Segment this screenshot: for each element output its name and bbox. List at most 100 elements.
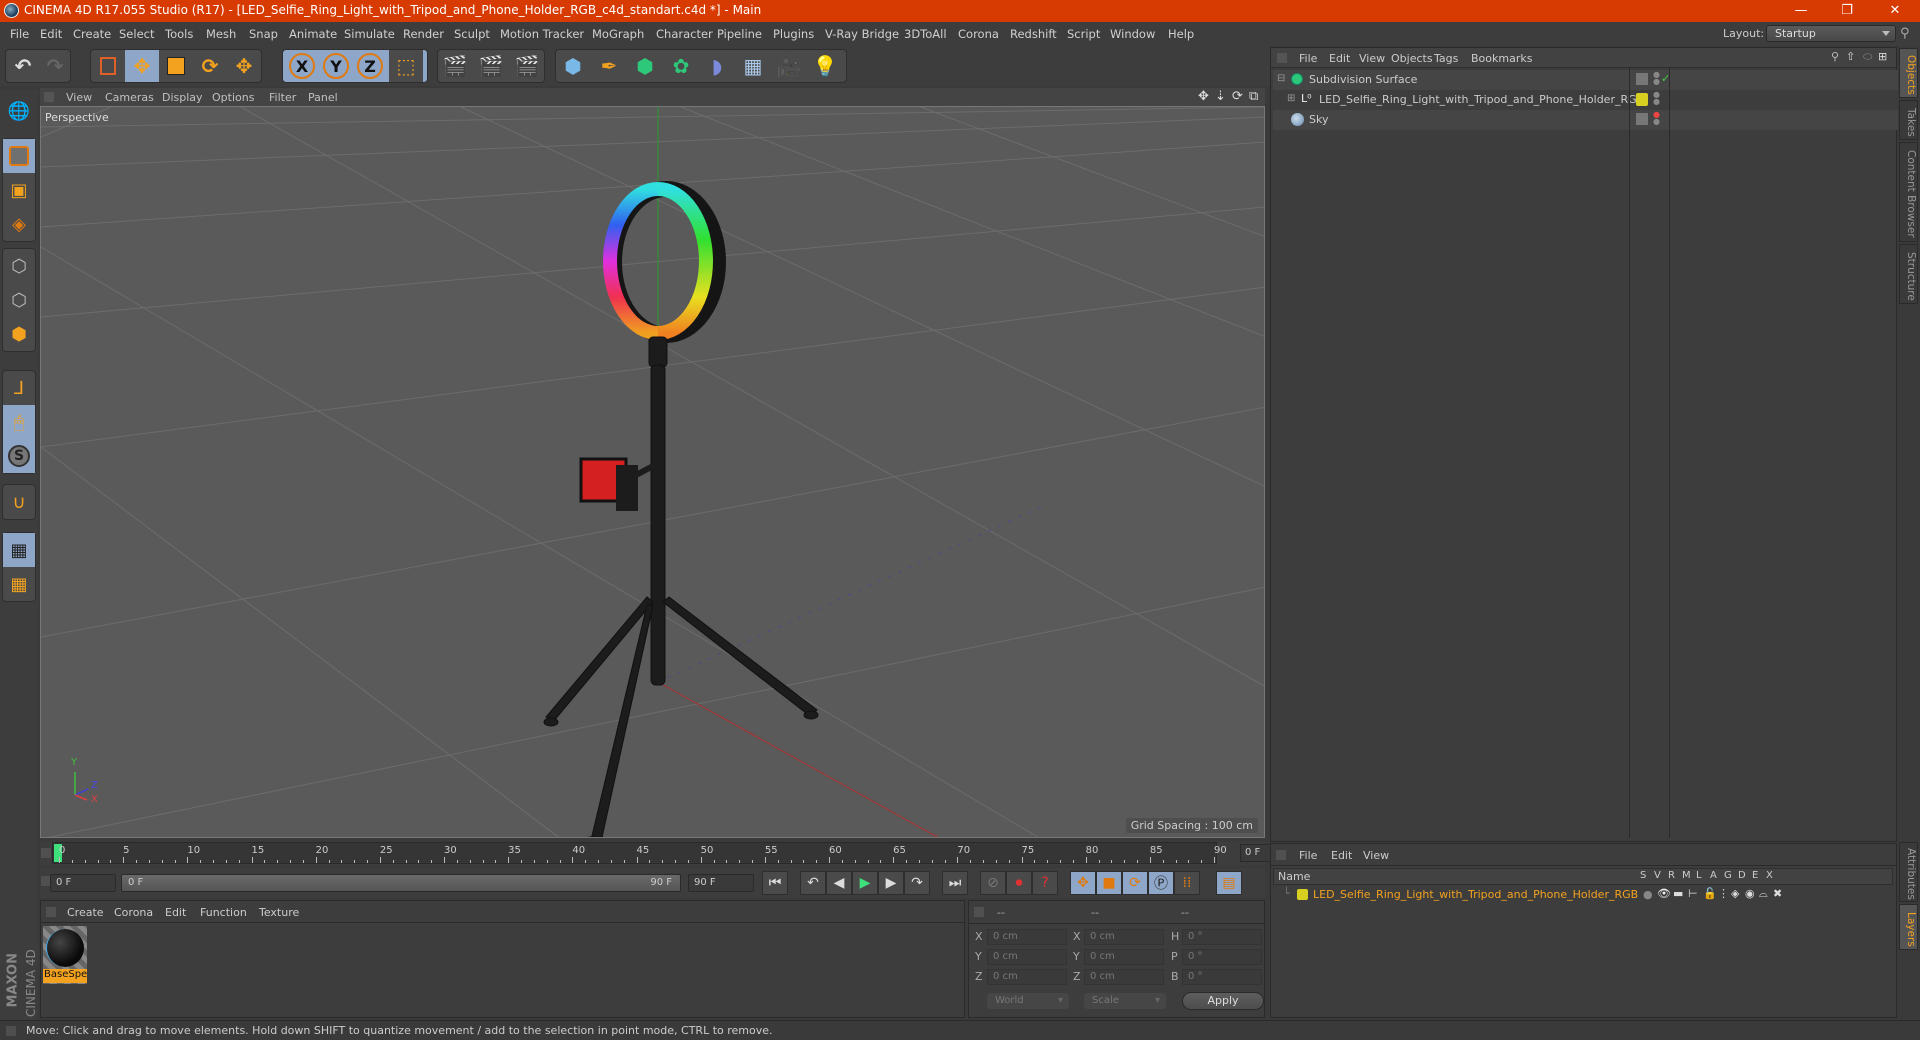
timeline-ruler[interactable]: 0 5 10 15 20 25 30 35 40 45 50 55 60 65 70 75 80 85 90 — [52, 842, 1227, 864]
points-mode-button[interactable]: ⬡ — [3, 249, 35, 283]
previous-frame-button[interactable]: ◀ — [826, 871, 852, 895]
menu-file[interactable]: File — [10, 27, 29, 41]
move-tool-button[interactable]: ✥ — [125, 50, 159, 82]
object-name[interactable]: Subdivision Surface — [1309, 73, 1417, 86]
menu-redshift[interactable]: Redshift — [1010, 27, 1057, 41]
size-z-field[interactable]: 0 cm — [1084, 969, 1164, 985]
material-menu-function[interactable]: Function — [200, 906, 247, 919]
apply-button[interactable]: Apply — [1182, 992, 1264, 1010]
material-thumbnail[interactable]: BaseSpe — [43, 926, 87, 984]
key-parameter-button[interactable]: Ⓟ — [1148, 871, 1174, 895]
rotate-tool-button[interactable]: ⟳ — [193, 50, 227, 82]
panel-grip-icon[interactable] — [1276, 850, 1286, 860]
menu-pipeline[interactable]: Pipeline — [717, 27, 762, 41]
panel-grip-icon[interactable] — [1277, 53, 1287, 63]
menu-window[interactable]: Window — [1110, 27, 1155, 41]
floor-button[interactable]: ▦ — [736, 50, 770, 82]
xref-icon[interactable]: ✖ — [1773, 887, 1782, 900]
scale-tool-button[interactable] — [159, 50, 193, 82]
menu-render[interactable]: Render — [403, 27, 444, 41]
edges-mode-button[interactable]: ⬡ — [3, 283, 35, 317]
layer-column-header[interactable]: L — [1696, 870, 1702, 881]
pos-y-field[interactable]: 0 cm — [987, 949, 1067, 965]
next-key-button[interactable]: ↷ — [904, 871, 930, 895]
layer-name[interactable]: LED_Selfie_Ring_Light_with_Tripod_and_Ph… — [1313, 888, 1638, 901]
solo-button[interactable]: S — [3, 439, 35, 473]
menu-mesh[interactable]: Mesh — [206, 27, 236, 41]
deformer-icon[interactable]: ◉ — [1745, 887, 1755, 900]
objects-menu-edit[interactable]: Edit — [1329, 52, 1350, 65]
maximize-view-icon[interactable]: ⧉ — [1249, 89, 1258, 104]
rot-b-field[interactable]: 0 ° — [1182, 969, 1262, 985]
keyframe-selection-button[interactable]: ? — [1032, 871, 1058, 895]
layer-column-header[interactable]: S — [1640, 870, 1646, 881]
material-name[interactable]: BaseSpe — [43, 969, 87, 983]
layer-menu-file[interactable]: File — [1299, 849, 1317, 862]
render-picture-viewer-button[interactable]: 🎬 — [474, 50, 508, 82]
tab-objects[interactable]: Objects — [1899, 48, 1918, 98]
generator-icon[interactable]: ◈ — [1731, 887, 1739, 900]
layout-dropdown[interactable]: Startup — [1766, 25, 1896, 42]
size-mode-dropdown[interactable]: Scale ▾ — [1084, 993, 1166, 1009]
animation-icon[interactable]: ⋮ — [1718, 887, 1729, 900]
light-button[interactable]: 💡 — [808, 50, 842, 82]
menu-vray-bridge[interactable]: V-Ray Bridge — [825, 27, 899, 41]
next-frame-button[interactable]: ▶ — [878, 871, 904, 895]
home-up-icon[interactable]: ⇧ — [1846, 50, 1855, 63]
rot-h-field[interactable]: 0 ° — [1182, 929, 1262, 945]
lock-icon[interactable]: 🔓 — [1703, 887, 1717, 900]
key-rotation-button[interactable]: ⟳ — [1122, 871, 1148, 895]
texture-mode-button[interactable]: ▣ — [3, 173, 35, 207]
timeline-window-button[interactable]: ▤ — [1216, 871, 1242, 895]
object-name[interactable]: Sky — [1309, 113, 1328, 126]
3d-viewport[interactable]: Y Z X Perspective Grid Spacing : 100 cm — [40, 106, 1265, 838]
redo-button[interactable]: ↷ — [38, 50, 72, 82]
object-name[interactable]: LED_Selfie_Ring_Light_with_Tripod_and_Ph… — [1319, 93, 1644, 106]
tweak-mode-button[interactable]: 🖱 — [3, 405, 35, 439]
cloner-button[interactable]: ✿ — [664, 50, 698, 82]
menu-mograph[interactable]: MoGraph — [592, 27, 644, 41]
undo-button[interactable]: ↶ — [6, 50, 40, 82]
layer-color-swatch[interactable] — [1636, 93, 1648, 106]
material-menu-corona[interactable]: Corona — [114, 906, 153, 919]
key-pla-button[interactable]: ⁞⁞ — [1174, 871, 1200, 895]
end-frame-field[interactable]: 90 F — [688, 874, 754, 892]
menu-3dtoall[interactable]: 3DToAll — [904, 27, 947, 41]
visibility-dots-icon[interactable]: ● ● — [1653, 111, 1660, 126]
deformer-button[interactable]: ◗ — [700, 50, 734, 82]
menu-animate[interactable]: Animate — [289, 27, 337, 41]
object-row[interactable]: ⊞ L⁰ LED_Selfie_Ring_Light_with_Tripod_a… — [1273, 90, 1898, 110]
expand-icon[interactable]: ⊞ — [1287, 93, 1295, 104]
menu-create[interactable]: Create — [73, 27, 111, 41]
objects-menu-objects[interactable]: Objects — [1391, 52, 1433, 65]
snap-button[interactable]: ∪ — [3, 485, 35, 519]
pos-z-field[interactable]: 0 cm — [987, 969, 1067, 985]
planar-workplane-button[interactable]: ▦ — [3, 567, 35, 601]
viewport-menu-view[interactable]: View — [66, 91, 92, 104]
coordinate-mode-dropdown[interactable]: World ▾ — [987, 993, 1069, 1009]
objects-menu-tags[interactable]: Tags — [1434, 52, 1458, 65]
close-button[interactable]: ✕ — [1872, 0, 1918, 22]
solo-toggle-icon[interactable]: ● — [1643, 888, 1653, 901]
name-column-header[interactable]: Name — [1278, 870, 1310, 883]
viewport-menu-filter[interactable]: Filter — [269, 91, 296, 104]
camera-button[interactable]: 🎥 — [772, 50, 806, 82]
layer-column-header[interactable]: E — [1752, 870, 1758, 881]
previous-key-button[interactable]: ↶ — [800, 871, 826, 895]
layer-column-header[interactable]: V — [1654, 870, 1661, 881]
render-clapper-icon[interactable]: ▬ — [1673, 887, 1683, 900]
coordinate-system-button[interactable]: ⬚ — [389, 50, 423, 82]
new-view-icon[interactable]: ⊞ — [1878, 50, 1887, 63]
layer-menu-view[interactable]: View — [1363, 849, 1389, 862]
render-view-button[interactable]: 🎬 — [438, 50, 472, 82]
render-settings-button[interactable]: 🎬 — [510, 50, 544, 82]
start-frame-field[interactable]: 0 F — [50, 874, 116, 892]
visible-eye-icon[interactable]: 👁 — [1657, 887, 1671, 900]
layer-menu-edit[interactable]: Edit — [1331, 849, 1352, 862]
rotate-view-icon[interactable]: ⟳ — [1232, 89, 1243, 104]
link-icon[interactable]: ⬭ — [1863, 50, 1872, 64]
search-icon[interactable]: ⚲ — [1831, 50, 1839, 63]
minimize-button[interactable]: — — [1778, 0, 1824, 22]
layer-column-header[interactable]: D — [1738, 870, 1746, 881]
menu-tools[interactable]: Tools — [165, 27, 193, 41]
